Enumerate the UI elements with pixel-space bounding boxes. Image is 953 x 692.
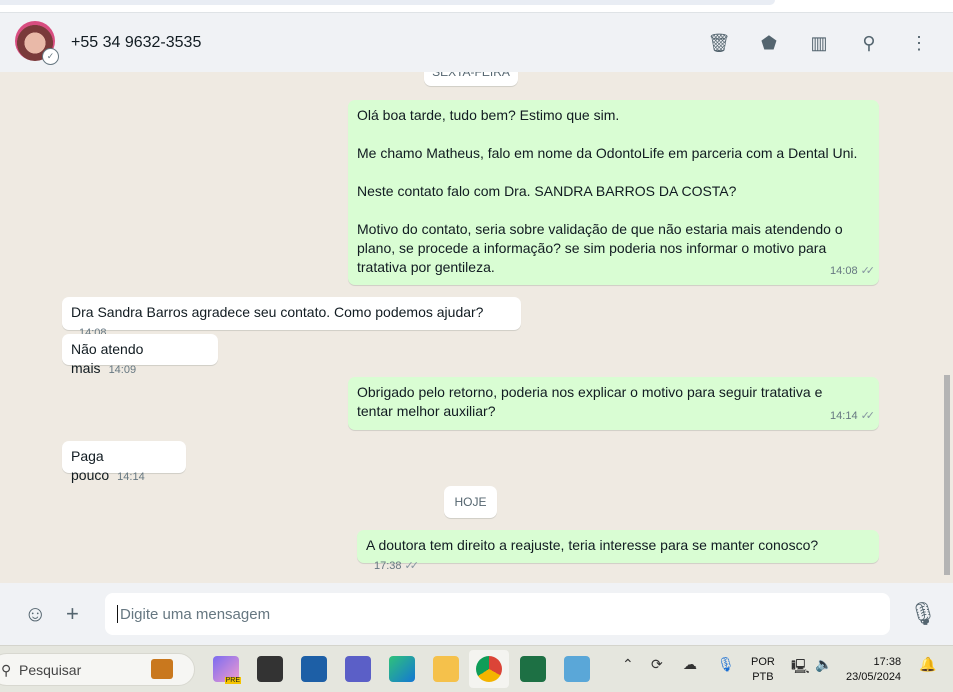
message-input[interactable]: Digite uma mensagem (105, 593, 890, 635)
volume-icon[interactable]: 🔈 (815, 656, 832, 673)
browser-top-strip (0, 0, 953, 12)
clock-time: 17:38 (873, 656, 902, 668)
search-label: Pesquisar (19, 662, 82, 678)
date-chip: HOJE (444, 486, 497, 518)
clock[interactable]: 17:38 23/05/2024 (846, 655, 901, 685)
message-text: Me chamo Matheus, falo em nome da Odonto… (357, 145, 858, 161)
message-text: A doutora tem direito a reajuste, teria … (366, 537, 819, 553)
message-text: Obrigado pelo retorno, poderia nos expli… (357, 384, 823, 419)
chrome-icon[interactable] (476, 656, 502, 682)
network-icon[interactable]: 🖳 (791, 656, 810, 680)
copilot-icon[interactable]: PRE (213, 656, 241, 684)
message-time: 14:08 (830, 265, 858, 277)
keyboard-code: PTB (752, 671, 774, 683)
message-time: 14:09 (108, 364, 137, 376)
read-ticks-icon: ✓✓ (860, 265, 876, 277)
chat-area: SEXTA-FEIRA Olá boa tarde, tudo bem? Est… (0, 72, 953, 583)
message-text: Paga pouco (71, 448, 110, 483)
date-chip: SEXTA-FEIRA (424, 72, 518, 86)
language-indicator[interactable]: POR PTB (751, 655, 775, 685)
message-time: 14:14 (117, 471, 145, 483)
search-icon: ⚲ (1, 662, 12, 678)
search-icon[interactable]: ⚲ (857, 31, 881, 55)
edge-icon[interactable] (389, 656, 415, 682)
read-ticks-icon: ✓✓ (404, 560, 420, 572)
chat-header: ✓ +55 34 9632-3535 🗑 ⬟ ▥ ⚲ ⋮ (0, 12, 953, 72)
message-out[interactable]: Obrigado pelo retorno, poderia nos expli… (348, 377, 879, 430)
task-view-icon[interactable] (257, 656, 283, 682)
file-explorer-icon[interactable] (433, 656, 459, 682)
read-ticks-icon: ✓✓ (860, 410, 876, 422)
teams-icon[interactable] (345, 656, 371, 682)
message-time: 17:38 (374, 560, 402, 572)
message-text: Neste contato falo com Dra. SANDRA BARRO… (357, 183, 737, 199)
avatar[interactable]: ✓ (15, 21, 59, 65)
store-icon[interactable]: ▥ (807, 31, 831, 55)
excel-icon[interactable] (520, 656, 546, 682)
plus-icon[interactable]: + (66, 601, 79, 627)
notepad-icon[interactable] (564, 656, 590, 682)
address-bar[interactable] (0, 0, 775, 5)
taskbar: ⚲ Pesquisar PRE ⌃ ⟳ ☁ 🎙 POR PTB 🖳 🔈 17:38… (0, 645, 953, 692)
lang-code: POR (751, 656, 775, 668)
scrollbar[interactable] (944, 375, 950, 575)
microphone-icon[interactable]: 🎙 (909, 601, 937, 627)
menu-icon[interactable]: ⋮ (907, 31, 931, 55)
cloud-off-icon[interactable]: ☁ (683, 656, 697, 673)
taskbar-search[interactable]: ⚲ Pesquisar (0, 653, 195, 686)
message-out[interactable]: A doutora tem direito a reajuste, teria … (357, 530, 879, 572)
message-time: 14:14 (830, 410, 858, 422)
briefcase-icon (151, 659, 173, 679)
microphone-tray-icon[interactable]: 🎙 (717, 656, 735, 673)
label-icon[interactable]: ⬟ (757, 31, 781, 55)
composer: ☺ + Digite uma mensagem 🎙 (0, 583, 953, 645)
message-in[interactable]: Não atendo mais 14:09 (62, 334, 218, 376)
message-placeholder: Digite uma mensagem (120, 606, 271, 623)
message-out[interactable]: Olá boa tarde, tudo bem? Estimo que sim.… (348, 100, 879, 285)
message-text: Dra Sandra Barros agradece seu contato. … (71, 304, 484, 320)
store-app-icon[interactable] (301, 656, 327, 682)
chevron-up-icon[interactable]: ⌃ (622, 656, 634, 673)
notification-bell-icon[interactable]: 🔔 (919, 656, 936, 673)
emoji-icon[interactable]: ☺ (24, 601, 46, 627)
clock-date: 23/05/2024 (846, 671, 902, 683)
sync-icon[interactable]: ⟳ (651, 656, 663, 673)
message-text: Olá boa tarde, tudo bem? Estimo que sim. (357, 107, 620, 123)
status-icon: ✓ (42, 48, 59, 65)
message-in[interactable]: Dra Sandra Barros agradece seu contato. … (62, 297, 521, 339)
pre-badge: PRE (224, 677, 241, 684)
contact-name[interactable]: +55 34 9632-3535 (71, 34, 201, 52)
message-in[interactable]: Paga pouco 14:14 (62, 441, 186, 483)
delete-icon[interactable]: 🗑 (707, 31, 731, 55)
message-text: Motivo do contato, seria sobre validação… (357, 221, 843, 275)
